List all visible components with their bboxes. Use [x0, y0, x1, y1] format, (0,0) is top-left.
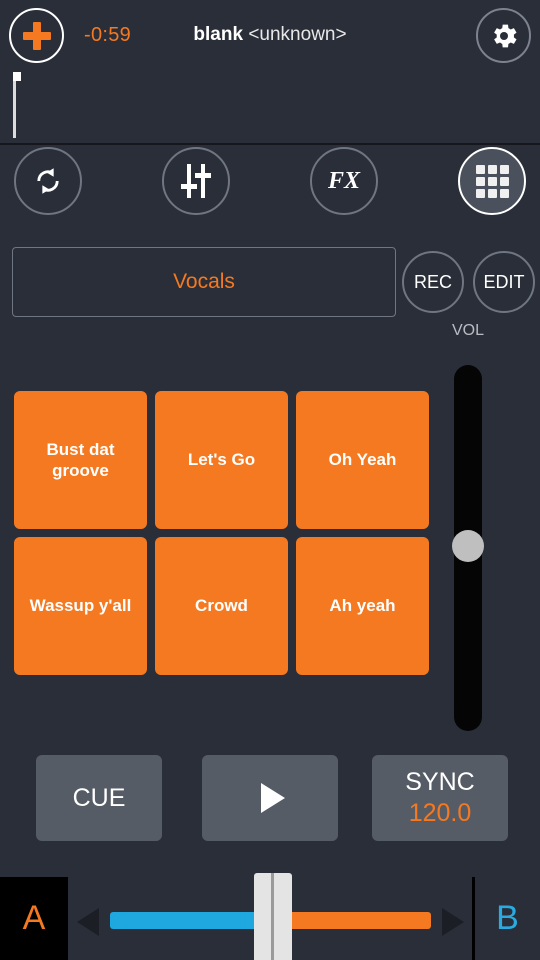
crossfader-handle[interactable] [254, 873, 292, 960]
edit-button[interactable]: EDIT [473, 251, 535, 313]
fx-label: FX [327, 167, 360, 194]
sample-pad[interactable]: Crowd [155, 537, 288, 675]
crossfader-right-fill [270, 912, 431, 929]
loop-repeat-icon [37, 168, 59, 194]
playhead-flag-icon [13, 72, 21, 81]
track-artist: <unknown> [248, 24, 347, 45]
sync-button[interactable]: SYNC 120.0 [372, 755, 508, 841]
play-icon [260, 783, 285, 813]
playhead-marker [13, 72, 16, 138]
sync-label: SYNC [405, 768, 475, 796]
settings-button[interactable] [476, 8, 531, 63]
track-title: blank <unknown> [0, 24, 540, 46]
gear-icon [493, 24, 517, 47]
sample-pad[interactable]: Wassup y'all [14, 537, 147, 675]
sample-pad-grid: Bust dat groove Let's Go Oh Yeah Wassup … [14, 391, 429, 675]
crossfader-bar: A B [0, 873, 540, 960]
record-button[interactable]: REC [402, 251, 464, 313]
track-name: blank [193, 24, 244, 45]
deck-b-label[interactable]: B [472, 877, 540, 960]
crossfader-left-fill [110, 912, 271, 929]
dj-app-screen: -0:59 blank <unknown> FX Vocals REC EDIT… [0, 0, 540, 960]
header-bar: -0:59 blank <unknown> [0, 0, 540, 136]
deck-a-label[interactable]: A [0, 877, 68, 960]
sample-bank-select[interactable]: Vocals [12, 247, 396, 317]
sample-pad[interactable]: Ah yeah [296, 537, 429, 675]
fx-button[interactable]: FX [310, 147, 378, 215]
eq-sliders-icon [179, 164, 213, 198]
cue-button[interactable]: CUE [36, 755, 162, 841]
volume-slider-thumb[interactable] [452, 530, 484, 562]
eq-button[interactable] [162, 147, 230, 215]
arrow-right-icon[interactable] [442, 908, 464, 936]
sample-pad[interactable]: Let's Go [155, 391, 288, 529]
loop-button[interactable] [14, 147, 82, 215]
grid-icon [475, 164, 509, 198]
waveform-display[interactable] [0, 72, 540, 145]
sample-pad[interactable]: Oh Yeah [296, 391, 429, 529]
arrow-left-icon[interactable] [77, 908, 99, 936]
bpm-value: 120.0 [408, 799, 472, 827]
pads-button[interactable] [458, 147, 526, 215]
play-button[interactable] [202, 755, 338, 841]
transport-bar: CUE SYNC 120.0 [0, 755, 540, 841]
volume-label: VOL [451, 322, 484, 339]
crossfader-area[interactable] [71, 873, 470, 960]
mode-toolbar: FX [0, 147, 540, 237]
bank-row: Vocals REC EDIT [0, 247, 540, 319]
sample-pad[interactable]: Bust dat groove [14, 391, 147, 529]
